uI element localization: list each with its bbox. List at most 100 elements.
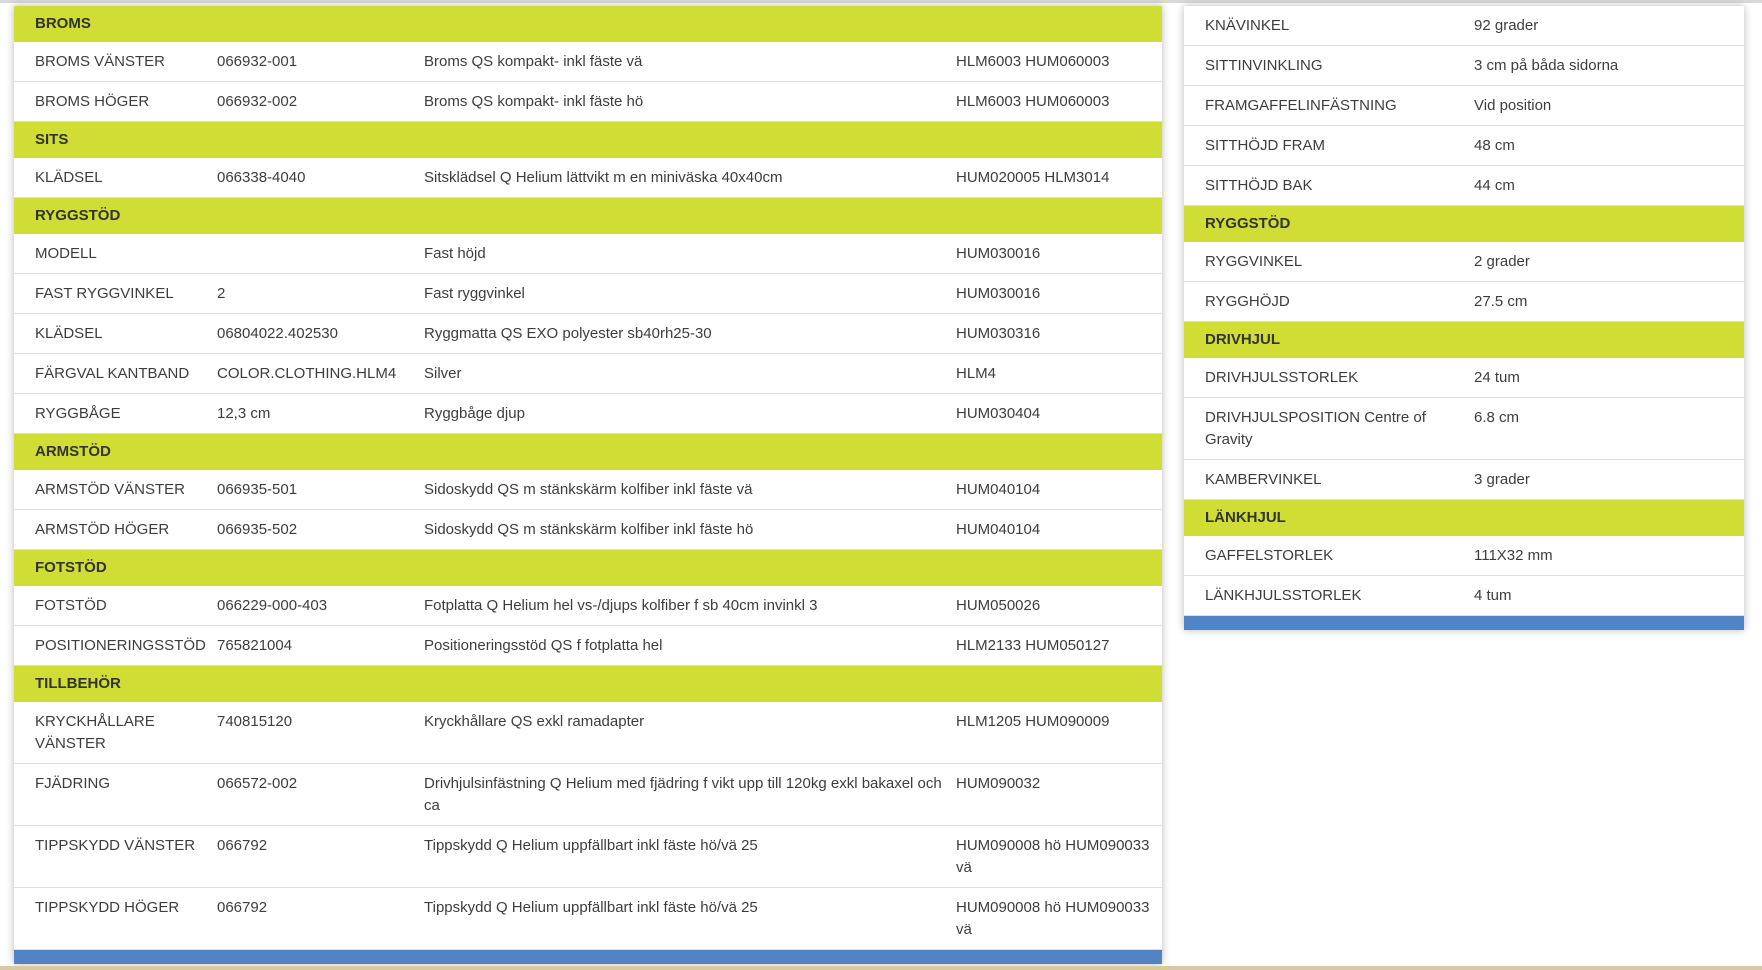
- row-label: GAFFELSTORLEK: [1205, 547, 1334, 564]
- table-row: BROMS VÄNSTER 066932-001 Broms QS kompakt-…: [14, 42, 1162, 82]
- row-label-cell: DRIVHJULSPOSITION Centre of Gravity: [1184, 398, 1474, 459]
- row-value: 3 grader: [1474, 471, 1530, 488]
- section-header-ryggst-d: RYGGSTÖD: [1184, 206, 1744, 242]
- row-description: Fotplatta Q Helium hel vs-/djups kolfibe…: [424, 597, 818, 614]
- row-label: BROMS HÖGER: [35, 93, 150, 110]
- row-value: 24 tum: [1474, 369, 1520, 386]
- table-row: SITTINVINKLING 3 cm på båda sidorna: [1184, 46, 1744, 86]
- table-row: POSITIONERINGSSTÖD 765821004 Positionering…: [14, 626, 1162, 666]
- row-label: SITTHÖJD BAK: [1205, 177, 1313, 194]
- row-value: 27.5 cm: [1474, 293, 1528, 310]
- row-description: Fast ryggvinkel: [424, 285, 525, 302]
- row-article-number: 2: [217, 285, 226, 302]
- row-label: FOTSTÖD: [35, 597, 107, 614]
- table-row: KLÄDSEL 066338-4040 Sitsklädsel Q Helium l…: [14, 158, 1162, 198]
- row-label-cell: RYGGVINKEL: [1184, 242, 1474, 281]
- row-description: Sidoskydd QS m stänkskärm kolfiber inkl …: [424, 521, 754, 538]
- row-label: RYGGBÅGE: [35, 405, 121, 422]
- row-label: TIPPSKYDD HÖGER: [35, 899, 180, 916]
- row-article-number: 066229-000-403: [217, 597, 328, 614]
- row-label: KNÄVINKEL: [1205, 17, 1290, 34]
- row-reference: HUM040104: [956, 521, 1041, 538]
- row-description: Ryggbåge djup: [424, 405, 525, 422]
- row-description: Silver: [424, 365, 462, 382]
- section-header-broms: BROMS: [14, 6, 1162, 42]
- table-row: ARMSTÖD HÖGER 066935-502 Sidoskydd QS m st…: [14, 510, 1162, 550]
- row-label: SITTHÖJD FRAM: [1205, 137, 1325, 154]
- row-reference: HLM4: [956, 365, 997, 382]
- table-row: KLÄDSEL 06804022.402530 Ryggmatta QS EXO p…: [14, 314, 1162, 354]
- row-value: 4 tum: [1474, 587, 1512, 604]
- row-description: Broms QS kompakt- inkl fäste hö: [424, 93, 644, 110]
- spec-table-right: KNÄVINKEL 92 grader SITTINVINKLING 3 cm på …: [1184, 6, 1744, 630]
- table-row: SITTHÖJD BAK 44 cm: [1184, 166, 1744, 206]
- row-label: KLÄDSEL: [35, 325, 103, 342]
- row-article-number: 066935-502: [217, 521, 298, 538]
- row-reference: HUM020005 HLM3014: [956, 169, 1110, 186]
- row-description: Kryckhållare QS exkl ramadapter: [424, 713, 645, 730]
- row-reference: HUM090008 hö HUM090033 vä: [956, 837, 1150, 876]
- section-header-ryggst-d: RYGGSTÖD: [14, 198, 1162, 234]
- row-label: DRIVHJULSPOSITION: [1205, 409, 1361, 426]
- table-row: FOTSTÖD 066229-000-403 Fotplatta Q Helium …: [14, 586, 1162, 626]
- row-article-number: 765821004: [217, 637, 293, 654]
- table-row: DRIVHJULSPOSITION Centre of Gravity 6.8 c…: [1184, 398, 1744, 460]
- row-description: Sitsklädsel Q Helium lättvikt m en miniv…: [424, 169, 783, 186]
- row-label: KLÄDSEL: [35, 169, 103, 186]
- table-row: KNÄVINKEL 92 grader: [1184, 6, 1744, 46]
- table-row: TIPPSKYDD HÖGER 066792 Tippskydd Q Helium …: [14, 888, 1162, 950]
- row-value: 44 cm: [1474, 177, 1515, 194]
- table-row: TIPPSKYDD VÄNSTER 066792 Tippskydd Q Heliu…: [14, 826, 1162, 888]
- row-value: Vid position: [1474, 97, 1552, 114]
- row-description: Tippskydd Q Helium uppfällbart inkl fäst…: [424, 837, 758, 854]
- section-header-l-nkhjul: LÄNKHJUL: [1184, 500, 1744, 536]
- row-label: KRYCKHÅLLARE VÄNSTER: [35, 713, 155, 752]
- row-description: Drivhjulsinfästning Q Helium med fjädrin…: [424, 775, 942, 814]
- row-article-number: 12,3 cm: [217, 405, 271, 422]
- section-header-tillbeh-r: TILLBEHÖR: [14, 666, 1162, 702]
- row-value: 111X32 mm: [1474, 547, 1553, 564]
- row-reference: HUM030016: [956, 245, 1041, 262]
- row-label: TIPPSKYDD VÄNSTER: [35, 837, 196, 854]
- row-description: Fast höjd: [424, 245, 486, 262]
- row-value: 3 cm på båda sidorna: [1474, 57, 1619, 74]
- row-label: FÄRGVAL KANTBAND: [35, 365, 190, 382]
- bottom-divider: [0, 966, 1762, 970]
- row-reference: HLM1205 HUM090009: [956, 713, 1110, 730]
- table-row: DRIVHJULSSTORLEK 24 tum: [1184, 358, 1744, 398]
- row-value: 92 grader: [1474, 17, 1539, 34]
- row-reference: HUM090032: [956, 775, 1041, 792]
- table-row: RYGGVINKEL 2 grader: [1184, 242, 1744, 282]
- row-reference: HUM030316: [956, 325, 1041, 342]
- table-row: BROMS HÖGER 066932-002 Broms QS kompakt- i…: [14, 82, 1162, 122]
- row-reference: HLM6003 HUM060003: [956, 93, 1110, 110]
- section-header-fotst-d: FOTSTÖD: [14, 550, 1162, 586]
- table-row: FRAMGAFFELINFÄSTNING Vid position: [1184, 86, 1744, 126]
- row-label-cell: LÄNKHJULSSTORLEK: [1184, 576, 1474, 615]
- row-article-number: 066932-001: [217, 53, 298, 70]
- row-label: DRIVHJULSSTORLEK: [1205, 369, 1359, 386]
- table-row: FJÄDRING 066572-002 Drivhjulsinfästning Q …: [14, 764, 1162, 826]
- row-label: SITTINVINKLING: [1205, 57, 1323, 74]
- row-label: RYGGHÖJD: [1205, 293, 1290, 310]
- section-header-armst-d: ARMSTÖD: [14, 434, 1162, 470]
- panel-footer-bar: [14, 950, 1162, 964]
- row-label-cell: KAMBERVINKEL: [1184, 460, 1474, 499]
- row-label: LÄNKHJULSSTORLEK: [1205, 587, 1362, 604]
- row-reference: HUM030016: [956, 285, 1041, 302]
- row-label-cell: DRIVHJULSSTORLEK: [1184, 358, 1474, 397]
- panel-footer-bar: [1184, 616, 1744, 630]
- row-article-number: 066572-002: [217, 775, 298, 792]
- section-header-drivhjul: DRIVHJUL: [1184, 322, 1744, 358]
- table-row: KRYCKHÅLLARE VÄNSTER 740815120 Kryckhållar…: [14, 702, 1162, 764]
- row-label: FAST RYGGVINKEL: [35, 285, 174, 302]
- row-article-number: 066792: [217, 837, 268, 854]
- table-row: FÄRGVAL KANTBAND COLOR.CLOTHING.HLM4 Silve…: [14, 354, 1162, 394]
- row-value: 2 grader: [1474, 253, 1530, 270]
- section-header-sits: SITS: [14, 122, 1162, 158]
- row-reference: HUM050026: [956, 597, 1041, 614]
- table-row: GAFFELSTORLEK 111X32 mm: [1184, 536, 1744, 576]
- row-label: POSITIONERINGSSTÖD: [35, 637, 206, 654]
- row-reference: HLM6003 HUM060003: [956, 53, 1110, 70]
- spec-table-left: BROMS BROMS VÄNSTER 066932-001 Broms QS kom…: [14, 6, 1162, 964]
